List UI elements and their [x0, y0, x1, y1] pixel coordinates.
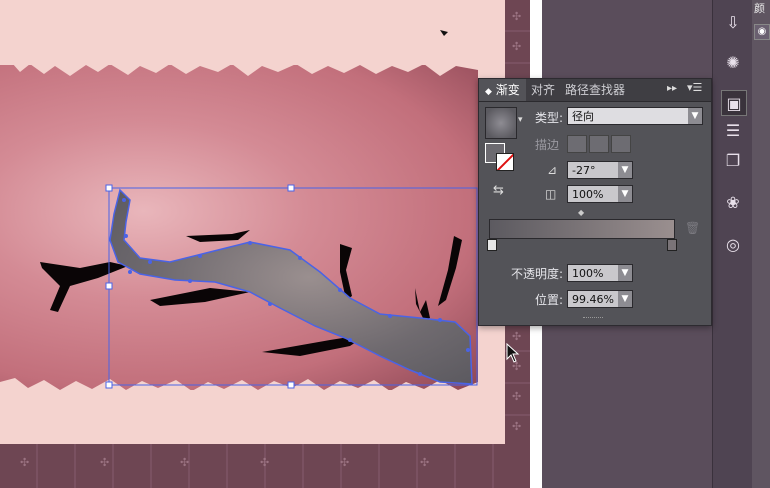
gradient-preview-swatch[interactable] — [485, 107, 517, 139]
chevron-down-icon: ▼ — [618, 291, 632, 307]
midpoint-diamond-icon[interactable]: ◆ — [578, 208, 584, 217]
gradient-slider-bar[interactable] — [489, 219, 675, 239]
pathfinder-icon[interactable]: ❐ — [721, 148, 745, 172]
gradient-stop-start[interactable] — [487, 239, 497, 251]
trash-icon[interactable]: 🗑 — [685, 221, 700, 235]
tab-pathfinder[interactable]: 路径查找器 — [559, 79, 631, 101]
chevron-down-icon: ▼ — [618, 162, 632, 178]
right-panel-edge: 颜 ◉ — [752, 0, 770, 488]
ornament-icon: ✣ — [100, 456, 110, 469]
opacity-input[interactable]: 100% ▼ — [567, 264, 633, 282]
chevron-down-icon: ▼ — [618, 265, 632, 281]
stroke-label: 描边 — [535, 138, 560, 152]
location-label: 位置: — [535, 293, 564, 307]
artboard-canvas[interactable] — [0, 0, 530, 488]
expand-panel-icon[interactable]: ▸▸ — [667, 83, 677, 94]
tab-gradient-label: 渐变 — [495, 83, 520, 97]
panel-menu-icon[interactable]: ▾☰ — [687, 81, 705, 94]
panel-tab-bar: ◆ 渐变 对齐 路径查找器 ▸▸ ▾☰ — [479, 79, 711, 102]
location-value: 99.46% — [572, 293, 614, 306]
ornament-icon: ✣ — [420, 456, 430, 469]
panel-resize-grip[interactable] — [583, 317, 603, 321]
stroke-across-button[interactable] — [611, 135, 631, 153]
angle-icon: ⊿ — [547, 163, 558, 177]
appearance-icon[interactable]: ◎ — [721, 232, 745, 256]
angle-input-value: -27° — [572, 164, 596, 177]
ornament-icon: ✣ — [512, 420, 522, 433]
type-select-value: 径向 — [572, 110, 594, 123]
ornament-icon: ✣ — [340, 456, 350, 469]
top-right-tab-label[interactable]: 颜 — [754, 0, 765, 16]
arrow-cursor-icon — [506, 343, 520, 363]
stroke-along-button[interactable] — [589, 135, 609, 153]
opacity-label: 不透明度: — [511, 267, 564, 281]
location-input[interactable]: 99.46% ▼ — [567, 290, 633, 308]
angle-input[interactable]: -27° ▼ — [567, 161, 633, 179]
ornament-icon: ✣ — [20, 456, 30, 469]
stroke-swatch-icon[interactable] — [496, 153, 514, 171]
gradient-panel: ◆ 渐变 对齐 路径查找器 ▸▸ ▾☰ ▾ 类型: 径向 ▼ ⇆ 描边 ⊿ -2… — [478, 78, 712, 326]
chevron-down-icon: ▼ — [618, 186, 632, 202]
panel-dock-column: ⇩ ✺ ▣ ☰ ❐ ❀ ◎ — [712, 0, 753, 488]
aspect-ratio-value: 100% — [572, 188, 604, 201]
bottom-decorative-border: ✣ ✣ ✣ ✣ ✣ ✣ — [0, 444, 530, 488]
reverse-gradient-icon[interactable]: ⇆ — [493, 183, 504, 198]
align-icon[interactable]: ☰ — [721, 118, 745, 142]
ornament-icon: ✣ — [512, 10, 522, 23]
branch-artwork — [40, 30, 478, 389]
gradient-stop-end[interactable] — [667, 239, 677, 251]
chevron-down-icon: ▼ — [688, 108, 702, 124]
ornament-icon: ✣ — [512, 40, 522, 53]
tab-gradient[interactable]: ◆ 渐变 — [479, 79, 526, 101]
brightness-icon[interactable]: ✺ — [721, 50, 745, 74]
collapse-icon[interactable]: ◆ — [485, 87, 492, 97]
aspect-ratio-input[interactable]: 100% ▼ — [567, 185, 633, 203]
gradient-panel-icon[interactable]: ▣ — [721, 90, 747, 116]
symbol-sprayer-icon[interactable]: ⇩ — [721, 10, 745, 34]
type-select[interactable]: 径向 ▼ — [567, 107, 703, 125]
eye-icon[interactable]: ◉ — [754, 24, 770, 40]
tab-align[interactable]: 对齐 — [525, 79, 561, 101]
palette-icon[interactable]: ❀ — [721, 190, 745, 214]
stroke-within-button[interactable] — [567, 135, 587, 153]
ornament-icon: ✣ — [260, 456, 270, 469]
preview-dropdown-icon[interactable]: ▾ — [518, 115, 523, 125]
ornament-icon: ✣ — [512, 390, 522, 403]
opacity-value: 100% — [572, 267, 604, 280]
type-label: 类型: — [535, 111, 564, 125]
aspect-ratio-icon: ◫ — [545, 187, 557, 201]
ornament-icon: ✣ — [180, 456, 190, 469]
ornament-icon: ✣ — [512, 330, 522, 343]
